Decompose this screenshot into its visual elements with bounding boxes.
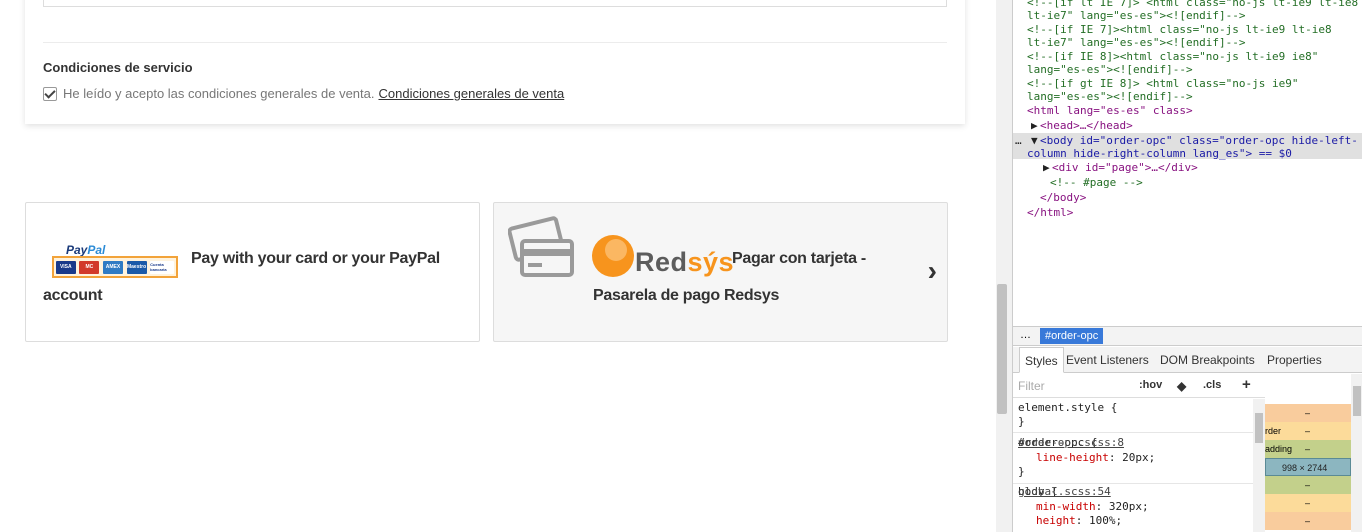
dom-tree: <!--[if lt IE 7]> <html class="no-js lt-… [1013, 0, 1362, 326]
hover-state-toggle[interactable]: :hov [1139, 379, 1162, 391]
dom-expand-triangle-icon[interactable]: ▶ [1031, 119, 1038, 132]
tab-event-listeners[interactable]: Event Listeners [1061, 347, 1154, 373]
rule-property[interactable]: line-height: 20px; [1036, 451, 1155, 465]
styles-scrollbar-thumb[interactable] [1255, 413, 1263, 443]
dom-comment-line[interactable]: <!--[if IE 7]><html class="no-js lt-ie9 … [1027, 23, 1332, 36]
divider [43, 42, 947, 43]
element-style-selector[interactable]: element.style { [1018, 401, 1117, 415]
box-model-layer-value: – [1305, 408, 1311, 418]
dom-comment-line[interactable]: lt-ie7" lang="es-es"><![endif]--> [1027, 36, 1246, 49]
box-model-diagram: – rder – adding – 998 × 2744 – – – [1265, 374, 1351, 532]
box-model-layer-value: – [1305, 426, 1311, 436]
tab-dom-breakpoints[interactable]: DOM Breakpoints [1155, 347, 1260, 373]
devtools-tabs: Styles Event Listeners DOM Breakpoints P… [1013, 347, 1362, 373]
dom-collapse-triangle-icon[interactable]: ▼ [1031, 134, 1038, 147]
redsys-label: Pagar con tarjeta - Pasarela de pago Red… [593, 250, 866, 304]
credit-card-icon [508, 216, 574, 277]
chevron-right-icon: › [927, 255, 937, 286]
tab-properties[interactable]: Properties [1262, 347, 1327, 373]
class-toggle[interactable]: .cls [1203, 379, 1221, 391]
box-model-scrollbar[interactable] [1351, 374, 1362, 532]
dom-comment-line[interactable]: lang="es-es"><![endif]--> [1027, 63, 1193, 76]
rule-close: } [1018, 465, 1025, 478]
styles-filter-bar: Filter :hov ◆ .cls + [1013, 374, 1265, 398]
rule-close: } [1018, 415, 1025, 428]
box-model-layer[interactable]: 998 × 2744 [1265, 458, 1351, 476]
dom-html-open[interactable]: <html lang="es-es" class> [1027, 104, 1193, 117]
breadcrumb-more[interactable]: … [1020, 329, 1031, 341]
box-model-layer[interactable]: rder – [1265, 422, 1351, 440]
box-model-scrollbar-thumb[interactable] [1353, 386, 1361, 416]
box-model-layer-value: – [1305, 444, 1311, 454]
terms-row: He leído y acepto las condiciones genera… [43, 86, 564, 101]
dom-body-close[interactable]: </body> [1040, 191, 1086, 204]
box-model-layer-label: rder [1265, 426, 1282, 436]
terms-text: He leído y acepto las condiciones genera… [63, 86, 375, 101]
filter-input[interactable]: Filter [1018, 379, 1045, 393]
dom-comment-line[interactable]: <!--[if gt IE 8]> <html class="no-js ie9… [1027, 77, 1299, 90]
box-model-layer[interactable]: adding – [1265, 440, 1351, 458]
rule-source-link[interactable]: global.scss:54 [1018, 485, 1247, 499]
rule-property[interactable]: height: 100%; [1036, 514, 1122, 528]
page-scrollbar-thumb[interactable] [997, 284, 1007, 414]
dom-comment-line[interactable]: lang="es-es"><![endif]--> [1027, 90, 1193, 103]
service-conditions-heading: Condiciones de servicio [43, 60, 193, 75]
text-area-edge[interactable] [43, 0, 947, 7]
rule-divider [1013, 483, 1253, 484]
rule-source-link[interactable]: order-opc.scss:8 [1018, 436, 1247, 450]
box-model-layer-value: – [1305, 498, 1311, 508]
breadcrumb-order-opc[interactable]: #order-opc [1040, 328, 1104, 344]
devtools-panel: <!--[if lt IE 7]> <html class="no-js lt-… [1012, 0, 1362, 532]
dom-html-close[interactable]: </html> [1027, 206, 1073, 219]
box-model-layer[interactable]: – [1265, 512, 1351, 530]
page-scrollbar[interactable] [996, 0, 1008, 532]
dom-expand-triangle-icon[interactable]: ▶ [1043, 161, 1050, 174]
paint-bucket-icon[interactable]: ◆ [1177, 379, 1186, 393]
add-rule-icon[interactable]: + [1242, 376, 1251, 393]
page-viewport: Condiciones de servicio He leído y acept… [0, 0, 996, 532]
box-model-layer-label: adding [1265, 444, 1293, 454]
box-model-layer-value: – [1305, 480, 1311, 490]
terms-checkbox[interactable] [43, 86, 57, 101]
terms-link[interactable]: Condiciones generales de venta [378, 86, 564, 101]
box-model-layer-value: 998 × 2744 [1282, 463, 1328, 473]
box-model-layer[interactable]: – [1265, 476, 1351, 494]
payment-option-paypal[interactable]: PayPal VISA MC AMEX Maestro Cuenta banca… [25, 202, 480, 342]
dom-body-node[interactable]: <body id="order-opc" class="order-opc hi… [1040, 134, 1358, 147]
service-conditions-card: Condiciones de servicio He leído y acept… [25, 0, 965, 124]
breadcrumb: … #order-opc [1013, 326, 1362, 346]
style-rules: element.style { } #order-opc { order-opc… [1013, 399, 1253, 532]
rule-divider [1013, 432, 1253, 433]
dom-head-node[interactable]: <head>…</head> [1040, 119, 1133, 132]
payment-option-redsys[interactable]: Redsýs Pagar con tarjeta - Pasarela de p… [493, 202, 948, 342]
dom-comment-line[interactable]: <!--[if lt IE 7]> <html class="no-js lt-… [1027, 0, 1358, 9]
box-model-layer[interactable]: – [1265, 494, 1351, 512]
styles-scrollbar[interactable] [1253, 399, 1265, 532]
dom-page-div[interactable]: <div id="page">…</div> [1052, 161, 1198, 174]
paypal-label: Pay with your card or your PayPal accoun… [43, 250, 440, 304]
dom-comment-line[interactable]: <!--[if IE 8]><html class="no-js lt-ie9 … [1027, 50, 1318, 63]
dom-page-comment[interactable]: <!-- #page --> [1050, 176, 1143, 189]
box-model-layer[interactable]: – [1265, 404, 1351, 422]
rule-property[interactable]: min-width: 320px; [1036, 500, 1149, 514]
dom-more-icon[interactable]: … [1015, 134, 1022, 147]
dom-body-node-cont[interactable]: column hide-right-column lang_es"> == $0 [1027, 147, 1292, 160]
tab-styles[interactable]: Styles [1019, 347, 1064, 373]
dom-comment-line[interactable]: lt-ie7" lang="es-es"><![endif]--> [1027, 9, 1246, 22]
box-model-layer-value: – [1305, 516, 1311, 526]
